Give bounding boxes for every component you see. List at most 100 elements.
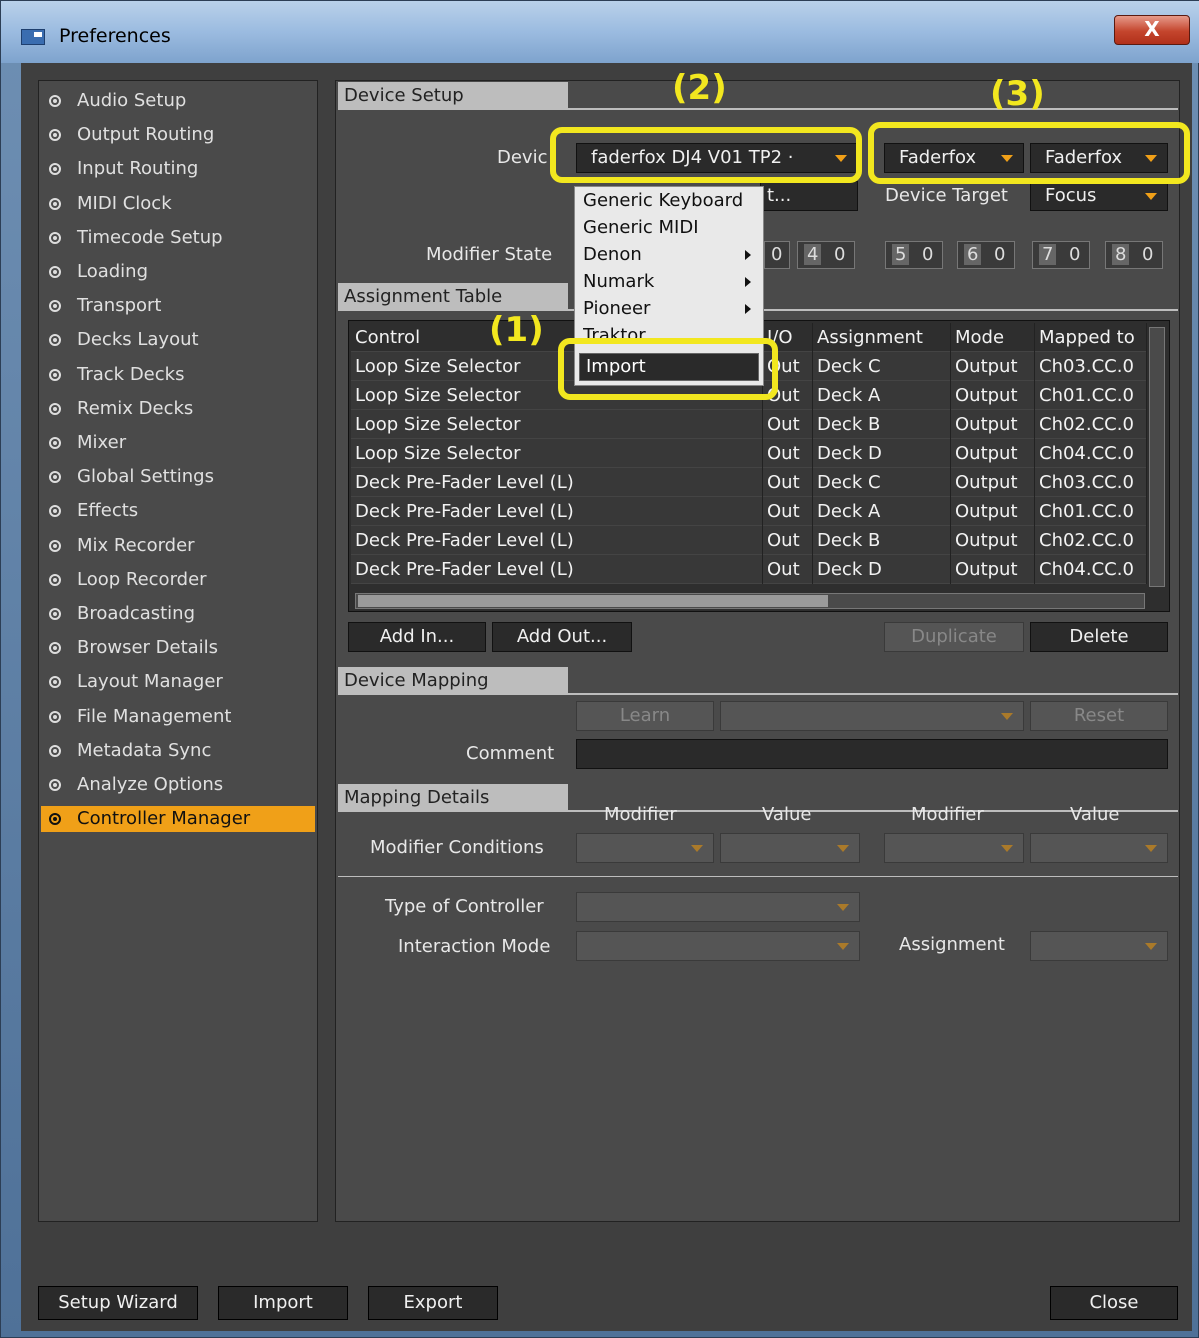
table-row[interactable]: Loop Size Selector Out Deck B Output Ch02.CC… (351, 410, 1147, 439)
nav-item-decks-layout[interactable]: Decks Layout (41, 327, 315, 353)
nav-item-mixer[interactable]: Mixer (41, 430, 315, 456)
nav-item-loop-recorder[interactable]: Loop Recorder (41, 567, 315, 593)
value-2-dropdown[interactable] (1030, 833, 1168, 863)
cell-assignment: Deck B (813, 526, 951, 555)
delete-button[interactable]: Delete (1030, 622, 1168, 652)
submenu-arrow-icon (745, 250, 751, 260)
close-window-button[interactable]: X (1114, 15, 1190, 45)
chevron-down-icon (691, 845, 703, 852)
cell-mode: Output (951, 468, 1035, 497)
value-1-dropdown[interactable] (720, 833, 860, 863)
cell-mapped: Ch04.CC.0 (1035, 555, 1147, 584)
add-device-button[interactable]: t... (760, 181, 858, 211)
vertical-scrollbar[interactable] (1149, 327, 1165, 587)
menu-item-generic-keyboard[interactable]: Generic Keyboard (583, 190, 743, 211)
radio-dot-icon (49, 334, 61, 347)
nav-item-global-settings[interactable]: Global Settings (41, 464, 315, 490)
cell-control: Deck Pre-Fader Level (L) (351, 497, 763, 526)
column-header-assignment[interactable]: Assignment (813, 323, 951, 352)
table-row[interactable]: Deck Pre-Fader Level (L) Out Deck B Output C… (351, 526, 1147, 555)
annotation-3: (3) (990, 74, 1045, 114)
nav-item-midi-clock[interactable]: MIDI Clock (41, 191, 315, 217)
nav-item-file-management[interactable]: File Management (41, 704, 315, 730)
nav-item-browser-details[interactable]: Browser Details (41, 635, 315, 661)
nav-item-output-routing[interactable]: Output Routing (41, 122, 315, 148)
nav-item-effects[interactable]: Effects (41, 498, 315, 524)
nav-item-label: Transport (77, 295, 162, 317)
cell-assignment: Deck C (813, 468, 951, 497)
nav-item-input-routing[interactable]: Input Routing (41, 156, 315, 182)
nav-item-broadcasting[interactable]: Broadcasting (41, 601, 315, 627)
cell-mode: Output (951, 439, 1035, 468)
chevron-down-icon (1145, 943, 1157, 950)
comment-field[interactable] (576, 739, 1168, 769)
mapping-details-header: Mapping Details (338, 784, 568, 812)
menu-item-numark[interactable]: Numark (583, 271, 751, 292)
modifier-1-dropdown[interactable] (576, 833, 714, 863)
cell-io: Out (763, 410, 813, 439)
nav-item-label: Output Routing (77, 124, 215, 146)
nav-item-layout-manager[interactable]: Layout Manager (41, 669, 315, 695)
modifier-2-column-label: Modifier (911, 804, 984, 825)
nav-item-timecode-setup[interactable]: Timecode Setup (41, 225, 315, 251)
column-header-mapped-to[interactable]: Mapped to (1035, 323, 1147, 352)
nav-item-controller-manager[interactable]: Controller Manager (41, 806, 315, 833)
annotation-1: (1) (489, 310, 544, 350)
device-target-dropdown[interactable]: Focus (1030, 181, 1168, 211)
cell-io: Out (763, 468, 813, 497)
assignment-table-header: Assignment Table (338, 283, 568, 311)
highlight-port-dropdowns (868, 122, 1190, 184)
nav-item-label: Track Decks (77, 363, 185, 385)
table-row[interactable]: Loop Size Selector Out Deck D Output Ch04.CC… (351, 439, 1147, 468)
nav-item-label: Metadata Sync (77, 739, 212, 761)
cell-mode: Output (951, 352, 1035, 381)
nav-item-metadata-sync[interactable]: Metadata Sync (41, 738, 315, 764)
export-button[interactable]: Export (368, 1286, 498, 1320)
assignment-dropdown[interactable] (1030, 931, 1168, 961)
comment-label: Comment (466, 743, 555, 764)
nav-item-remix-decks[interactable]: Remix Decks (41, 396, 315, 422)
horizontal-scrollbar[interactable] (355, 593, 1145, 609)
type-of-controller-dropdown[interactable] (576, 892, 860, 922)
radio-dot-icon (49, 813, 61, 826)
add-out-button[interactable]: Add Out... (492, 622, 632, 652)
nav-item-transport[interactable]: Transport (41, 293, 315, 319)
cell-assignment: Deck B (813, 410, 951, 439)
add-in-button[interactable]: Add In... (348, 622, 486, 652)
cell-mapped: Ch03.CC.0 (1035, 352, 1147, 381)
menu-item-pioneer[interactable]: Pioneer (583, 298, 751, 319)
nav-item-track-decks[interactable]: Track Decks (41, 362, 315, 388)
learn-button[interactable]: Learn (576, 701, 714, 731)
title-bar[interactable]: Preferences X (1, 1, 1199, 63)
reset-button[interactable]: Reset (1030, 701, 1168, 731)
nav-item-label: Decks Layout (77, 329, 199, 351)
assignment-label: Assignment (899, 934, 1005, 955)
close-button[interactable]: Close (1050, 1286, 1178, 1320)
interaction-mode-dropdown[interactable] (576, 931, 860, 961)
nav-item-loading[interactable]: Loading (41, 259, 315, 285)
column-header-mode[interactable]: Mode (951, 323, 1035, 352)
import-button[interactable]: Import (218, 1286, 348, 1320)
radio-dot-icon (49, 95, 61, 107)
learn-target-dropdown[interactable] (720, 701, 1024, 731)
nav-item-mix-recorder[interactable]: Mix Recorder (41, 533, 315, 559)
radio-dot-icon (49, 608, 61, 620)
menu-item-generic-midi[interactable]: Generic MIDI (583, 217, 699, 238)
table-row[interactable]: Deck Pre-Fader Level (L) Out Deck C Output C… (351, 468, 1147, 497)
radio-dot-icon (49, 642, 61, 655)
cell-mode: Output (951, 526, 1035, 555)
table-row[interactable]: Deck Pre-Fader Level (L) Out Deck A Output C… (351, 497, 1147, 526)
setup-wizard-button[interactable]: Setup Wizard (38, 1286, 198, 1320)
modifier-2-dropdown[interactable] (884, 833, 1024, 863)
menu-item-denon[interactable]: Denon (583, 244, 751, 265)
nav-item-label: Broadcasting (77, 603, 196, 624)
nav-item-audio-setup[interactable]: Audio Setup (41, 88, 315, 114)
scrollbar-thumb[interactable] (358, 595, 828, 607)
nav-item-analyze-options[interactable]: Analyze Options (41, 772, 315, 798)
device-mapping-header: Device Mapping (338, 667, 568, 695)
table-row[interactable]: Deck Pre-Fader Level (L) Out Deck D Output C… (351, 555, 1147, 584)
nav-item-label: Mix Recorder (77, 534, 195, 556)
cell-control: Loop Size Selector (351, 410, 763, 439)
modifier-7-indicator: 70 (1032, 241, 1090, 269)
duplicate-button[interactable]: Duplicate (884, 622, 1024, 652)
